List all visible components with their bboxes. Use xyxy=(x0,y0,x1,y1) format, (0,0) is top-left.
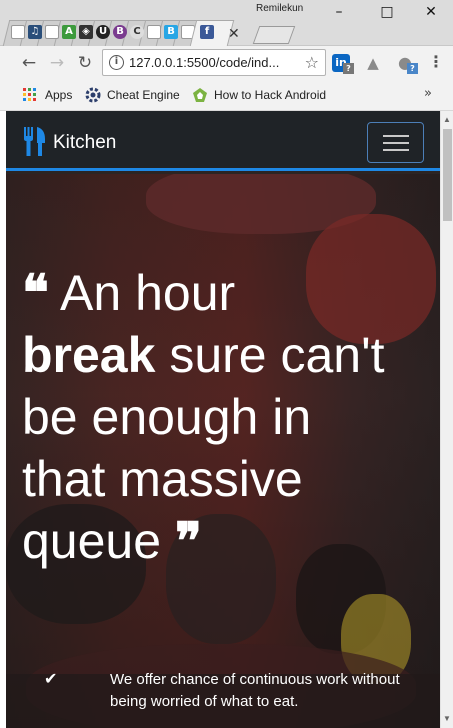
codepen-icon: ◈ xyxy=(79,25,93,39)
page-icon xyxy=(45,25,59,39)
browser-toolbar: ← → ↻ i 127.0.0.1:5500/code/ind... ☆ in … xyxy=(0,46,453,80)
new-tab-button[interactable] xyxy=(252,26,296,44)
cutlery-icon[interactable] xyxy=(23,127,47,157)
scroll-thumb[interactable] xyxy=(443,129,452,221)
bookmark-star-icon[interactable]: ☆ xyxy=(305,53,319,72)
check-icon: ✔ xyxy=(44,669,58,688)
c-icon: C xyxy=(130,25,144,39)
android-icon: A xyxy=(62,25,76,39)
cheat-engine-icon xyxy=(85,87,101,103)
quote-text: sure can't xyxy=(169,327,385,383)
scroll-up-icon[interactable]: ▲ xyxy=(443,115,451,124)
quote-bold-word: break xyxy=(22,327,156,383)
b-icon: B xyxy=(113,25,127,39)
page-icon xyxy=(147,25,161,39)
page-viewport: Kitchen ❝ An hour break sure can't be en… xyxy=(6,111,440,728)
quote-text: An hour xyxy=(60,265,236,321)
back-arrow-icon[interactable]: ← xyxy=(18,52,40,74)
bookmark-cheat-engine[interactable]: Cheat Engine xyxy=(107,88,180,102)
url-text[interactable]: 127.0.0.1:5500/code/ind... xyxy=(129,55,294,70)
site-navbar: Kitchen xyxy=(6,111,440,171)
hero-quote: ❝ An hour break sure can't be enough in … xyxy=(22,262,427,572)
bookmark-hack-android[interactable]: How to Hack Android xyxy=(214,88,326,102)
hero-section: ❝ An hour break sure can't be enough in … xyxy=(6,174,440,728)
drive-icon[interactable]: ▲ xyxy=(364,54,382,72)
open-quote-icon: ❝ xyxy=(22,263,49,322)
android-green-icon xyxy=(193,88,207,102)
navbar-toggle-button[interactable] xyxy=(367,122,424,163)
brand-name[interactable]: Kitchen xyxy=(53,132,116,154)
music-icon: ♫ xyxy=(28,25,42,39)
bookmark-apps[interactable]: Apps xyxy=(45,88,72,102)
quote-text: be enough in xyxy=(22,389,312,445)
page-scrollbar[interactable]: ▲ ▼ xyxy=(440,111,453,728)
feature-text: We offer chance of continuous work witho… xyxy=(110,671,400,710)
title-bar: Remilekun – □ ✕ ♫ A ◈ U B C B f ✕ xyxy=(0,0,453,46)
bookmarks-more-icon[interactable]: » xyxy=(424,86,432,101)
hamburger-bar xyxy=(383,135,409,137)
bootstrap-icon: B xyxy=(164,25,178,39)
forward-arrow-icon[interactable]: → xyxy=(46,52,68,74)
page-icon xyxy=(11,25,25,39)
close-tab-icon[interactable]: ✕ xyxy=(228,26,240,42)
hamburger-bar xyxy=(383,149,409,151)
extension-badge: ? xyxy=(343,63,354,74)
hamburger-bar xyxy=(383,142,409,144)
quote-text: that massive xyxy=(22,451,303,507)
address-bar[interactable]: i 127.0.0.1:5500/code/ind... ☆ xyxy=(102,49,326,76)
scroll-down-icon[interactable]: ▼ xyxy=(443,714,451,723)
bookmarks-bar: Apps Cheat Engine How to Hack Android » xyxy=(0,80,453,111)
apps-grid-icon xyxy=(23,88,36,101)
udemy-icon: U xyxy=(96,25,110,39)
quote-text: queue xyxy=(22,513,162,569)
info-icon[interactable]: i xyxy=(109,55,124,70)
reload-icon[interactable]: ↻ xyxy=(74,52,96,74)
profile-name[interactable]: Remilekun xyxy=(256,3,303,14)
tab-strip: ♫ A ◈ U B C B f ✕ xyxy=(2,14,446,46)
extension-badge: ? xyxy=(407,63,418,74)
menu-dots-icon[interactable]: ⋮ xyxy=(428,52,444,71)
close-quote-icon: ❞ xyxy=(174,511,202,570)
facebook-icon: f xyxy=(200,25,214,39)
